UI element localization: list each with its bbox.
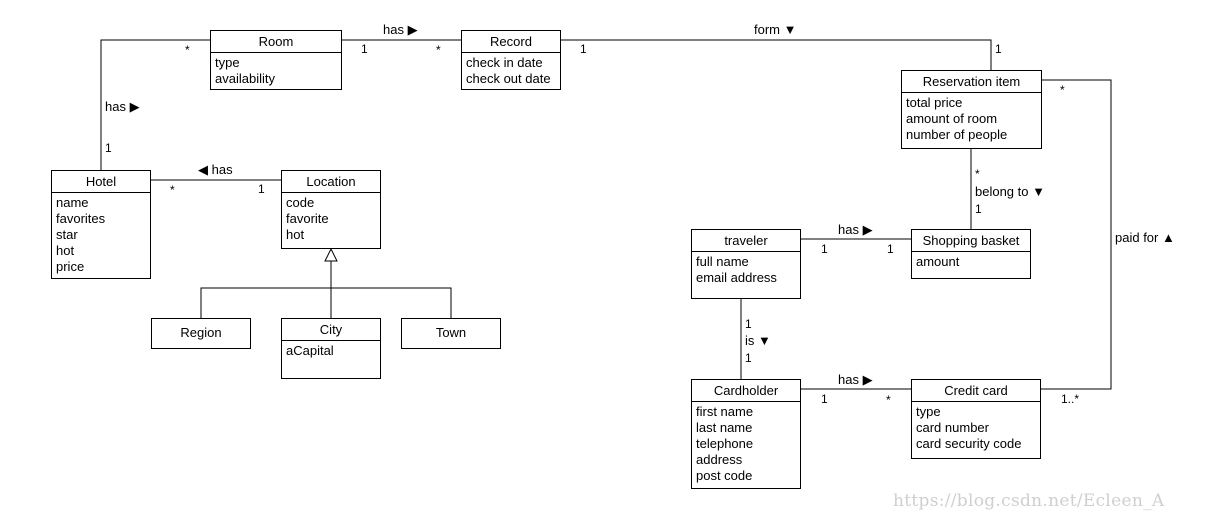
- multiplicity: *: [886, 393, 891, 407]
- attribute: favorites: [56, 211, 106, 226]
- class-attributes: type availability: [211, 53, 341, 87]
- multiplicity: *: [185, 43, 190, 57]
- class-shopping-basket[interactable]: Shopping basket amount: [911, 229, 1031, 279]
- attribute: telephone: [696, 436, 754, 451]
- class-attributes: aCapital: [282, 341, 380, 359]
- watermark: https://blog.csdn.net/Ecleen_A: [893, 491, 1165, 511]
- attribute: last name: [696, 420, 753, 435]
- class-name: Record: [462, 31, 560, 53]
- class-name: City: [282, 319, 380, 341]
- class-region[interactable]: Region: [151, 318, 251, 349]
- multiplicity: 1: [745, 317, 752, 331]
- attribute: card security code: [916, 436, 1022, 451]
- assoc-label-record-reservation: form ▼: [754, 22, 797, 37]
- attribute: check out date: [466, 71, 551, 86]
- multiplicity: 1: [361, 42, 368, 56]
- multiplicity: *: [436, 43, 441, 57]
- multiplicity: 1: [995, 42, 1002, 56]
- attribute: code: [286, 195, 315, 210]
- class-name: Room: [211, 31, 341, 53]
- attribute: type: [916, 404, 941, 419]
- assoc-label-hotel-location: ◀ has: [198, 162, 233, 177]
- multiplicity: *: [170, 183, 175, 197]
- multiplicity: 1..*: [1061, 392, 1080, 406]
- attribute: price: [56, 259, 85, 274]
- class-attributes: full name email address: [692, 252, 800, 286]
- class-attributes: total price amount of room number of peo…: [902, 93, 1041, 143]
- class-attributes: name favorites star hot price: [52, 193, 150, 275]
- multiplicity: 1: [821, 392, 828, 406]
- class-record[interactable]: Record check in date check out date: [461, 30, 561, 90]
- assoc-label-hotel-room: has ▶: [105, 99, 140, 114]
- attribute: favorite: [286, 211, 329, 226]
- assoc-label-cardholder-creditcard: has ▶: [838, 372, 873, 387]
- multiplicity: 1: [258, 182, 265, 196]
- class-name: Reservation item: [902, 71, 1041, 93]
- class-town[interactable]: Town: [401, 318, 501, 349]
- attribute: post code: [696, 468, 753, 483]
- assoc-label-traveler-cardholder: is ▼: [745, 333, 771, 348]
- attribute: name: [56, 195, 89, 210]
- assoc-label-reservation-basket: belong to ▼: [975, 184, 1045, 199]
- attribute: card number: [916, 420, 989, 435]
- class-attributes: check in date check out date: [462, 53, 560, 87]
- attribute: aCapital: [286, 343, 334, 358]
- attribute: email address: [696, 270, 777, 285]
- class-name: Region: [180, 325, 222, 340]
- class-name: Cardholder: [692, 380, 800, 402]
- multiplicity: 1: [580, 42, 587, 56]
- attribute: type: [215, 55, 240, 70]
- multiplicity: *: [1060, 83, 1065, 97]
- class-name: Town: [435, 325, 467, 340]
- attribute: check in date: [466, 55, 543, 70]
- class-reservation-item[interactable]: Reservation item total price amount of r…: [901, 70, 1042, 149]
- multiplicity: 1: [821, 242, 828, 256]
- class-name: Shopping basket: [912, 230, 1030, 252]
- attribute: first name: [696, 404, 754, 419]
- attribute: star: [56, 227, 78, 242]
- class-hotel[interactable]: Hotel name favorites star hot price: [51, 170, 151, 279]
- assoc-label-traveler-basket: has ▶: [838, 222, 873, 237]
- attribute: availability: [215, 71, 275, 86]
- attribute: amount of room: [906, 111, 998, 126]
- multiplicity: 1: [105, 141, 112, 155]
- class-name: Credit card: [912, 380, 1040, 402]
- class-attributes: first name last name telephone address p…: [692, 402, 800, 484]
- attribute: total price: [906, 95, 963, 110]
- multiplicity: 1: [975, 202, 982, 216]
- class-location[interactable]: Location code favorite hot: [281, 170, 381, 249]
- class-traveler[interactable]: traveler full name email address: [691, 229, 801, 299]
- class-attributes: amount: [912, 252, 1030, 270]
- attribute: hot: [286, 227, 305, 242]
- class-name: traveler: [692, 230, 800, 252]
- generalization-arrowhead-icon: [324, 247, 338, 262]
- multiplicity: 1: [745, 351, 752, 365]
- class-name: Location: [282, 171, 380, 193]
- class-credit-card[interactable]: Credit card type card number card securi…: [911, 379, 1041, 459]
- attribute: hot: [56, 243, 75, 258]
- multiplicity: 1: [887, 242, 894, 256]
- class-cardholder[interactable]: Cardholder first name last name telephon…: [691, 379, 801, 489]
- assoc-label-creditcard-reservation: paid for ▲: [1115, 230, 1175, 245]
- attribute: full name: [696, 254, 749, 269]
- multiplicity: *: [975, 167, 980, 181]
- class-name: Hotel: [52, 171, 150, 193]
- assoc-line-creditcard-reservation: [1040, 79, 1112, 390]
- class-room[interactable]: Room type availability: [210, 30, 342, 90]
- class-attributes: type card number card security code: [912, 402, 1040, 452]
- attribute: amount: [916, 254, 960, 269]
- assoc-label-room-record: has ▶: [383, 22, 418, 37]
- generalization-branch: [200, 287, 452, 318]
- attribute: address: [696, 452, 743, 467]
- assoc-line-record-reservation: [560, 39, 992, 70]
- class-city[interactable]: City aCapital: [281, 318, 381, 379]
- attribute: number of people: [906, 127, 1008, 142]
- class-attributes: code favorite hot: [282, 193, 380, 243]
